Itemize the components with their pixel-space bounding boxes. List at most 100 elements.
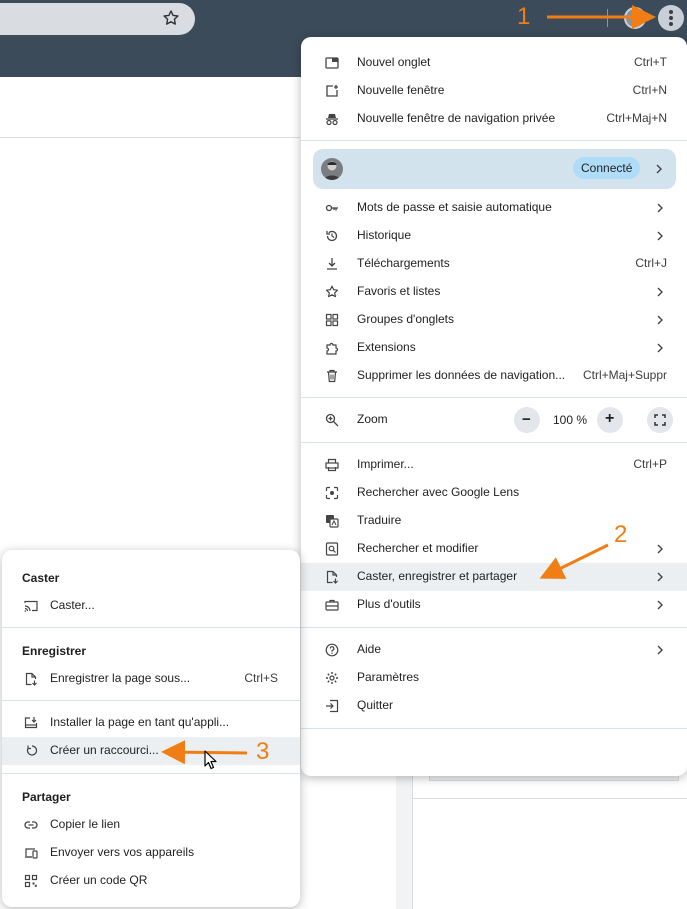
menu-label: Imprimer...: [357, 457, 414, 471]
zoom-icon: [325, 413, 339, 427]
menu-item-quit[interactable]: Quitter: [301, 692, 687, 720]
annotation-step-3: 3: [256, 738, 270, 765]
menu-label: Traduire: [357, 513, 402, 527]
menu-item-settings[interactable]: Paramètres: [301, 664, 687, 692]
menu-item-passwords[interactable]: Mots de passe et saisie automatique: [301, 194, 687, 222]
install-app-icon: [24, 716, 38, 730]
submenu-item-install-app[interactable]: Installer la page en tant qu'appli...: [2, 709, 300, 737]
menu-item-more-tools[interactable]: Plus d'outils: [301, 591, 687, 619]
history-icon: [325, 229, 339, 243]
menu-label: Créer un raccourci...: [50, 743, 159, 757]
shortcut-text: Ctrl+Maj+Suppr: [582, 368, 667, 382]
menu-divider: [2, 700, 300, 701]
section-header-cast: Caster: [22, 571, 60, 585]
menu-label: Aide: [357, 642, 382, 656]
chevron-right-icon: [655, 572, 665, 582]
menu-item-extensions[interactable]: Extensions: [301, 334, 687, 362]
star-icon[interactable]: [162, 9, 180, 27]
chevron-right-icon: [655, 203, 665, 213]
submenu-item-cast[interactable]: Caster...: [2, 592, 300, 620]
menu-item-help[interactable]: Aide: [301, 636, 687, 664]
menu-divider: [301, 397, 687, 398]
chevron-right-icon: [654, 164, 664, 174]
page-line: [413, 798, 687, 799]
chevron-right-icon: [655, 544, 665, 554]
toolbar-divider: [607, 9, 608, 27]
cast-icon: [24, 599, 38, 613]
menu-icon[interactable]: [658, 5, 684, 31]
link-icon: [24, 818, 38, 832]
submenu-item-copy-link[interactable]: Copier le lien: [2, 811, 300, 839]
trash-icon: [325, 369, 339, 383]
menu-label: Extensions: [357, 340, 416, 354]
menu-label: Favoris et listes: [357, 284, 441, 298]
menu-label: Nouvel onglet: [357, 55, 431, 69]
menu-label: Créer un code QR: [50, 873, 148, 887]
menu-item-translate[interactable]: Traduire: [301, 507, 687, 535]
menu-item-bookmarks[interactable]: Favoris et listes: [301, 278, 687, 306]
puzzle-icon: [325, 341, 339, 355]
fullscreen-button[interactable]: [647, 407, 673, 433]
menu-label: Téléchargements: [357, 256, 450, 270]
section-header-share: Partager: [22, 790, 71, 804]
menu-label: Nouvelle fenêtre de navigation privée: [357, 111, 556, 125]
profile-row[interactable]: Connecté: [313, 149, 676, 189]
menu-item-zoom: Zoom: [301, 406, 687, 434]
shortcut-text: Ctrl+S: [244, 671, 278, 685]
chrome-main-menu: Nouvel onglet Ctrl+T Nouvelle fenêtre Ct…: [301, 37, 687, 776]
translate-icon: [325, 514, 339, 528]
minus-icon: −: [522, 411, 531, 428]
submenu-item-send-devices[interactable]: Envoyer vers vos appareils: [2, 839, 300, 867]
menu-label: Plus d'outils: [357, 597, 421, 611]
submenu-item-save-page[interactable]: Enregistrer la page sous... Ctrl+S: [2, 665, 300, 693]
menu-item-cast-save-share[interactable]: Caster, enregistrer et partager: [301, 563, 687, 591]
zoom-out-button[interactable]: −: [514, 407, 540, 433]
mouse-cursor-icon: [204, 750, 218, 770]
star-icon: [325, 285, 339, 299]
shortcut-text: Ctrl+N: [632, 83, 667, 97]
menu-item-incognito[interactable]: Nouvelle fenêtre de navigation privée Ct…: [301, 105, 687, 133]
menu-item-print[interactable]: Imprimer... Ctrl+P: [301, 451, 687, 479]
menu-item-tab-groups[interactable]: Groupes d'onglets: [301, 306, 687, 334]
menu-label: Nouvelle fenêtre: [357, 83, 445, 97]
menu-label: Mots de passe et saisie automatique: [357, 200, 552, 214]
chevron-right-icon: [655, 600, 665, 610]
fullscreen-icon: [654, 414, 666, 426]
chevron-right-icon: [655, 645, 665, 655]
toolbox-icon: [325, 598, 339, 612]
page-divider: [0, 137, 300, 138]
menu-label: Supprimer les données de navigation...: [357, 368, 566, 382]
menu-item-new-window[interactable]: Nouvelle fenêtre Ctrl+N: [301, 77, 687, 105]
shortcut-icon: [24, 744, 38, 758]
menu-label: Groupes d'onglets: [357, 312, 455, 326]
submenu-item-qr-code[interactable]: Créer un code QR: [2, 867, 300, 895]
menu-label: Rechercher et modifier: [357, 541, 479, 555]
key-icon: [325, 201, 339, 215]
menu-label: Copier le lien: [50, 817, 121, 831]
menu-item-history[interactable]: Historique: [301, 222, 687, 250]
menu-label: Quitter: [357, 698, 394, 712]
menu-label: Rechercher avec Google Lens: [357, 485, 520, 499]
new-tab-icon: [325, 56, 339, 70]
shortcut-text: Ctrl+J: [635, 256, 667, 270]
menu-item-new-tab[interactable]: Nouvel onglet Ctrl+T: [301, 49, 687, 77]
menu-label: Installer la page en tant qu'appli...: [50, 715, 230, 729]
download-icon: [325, 257, 339, 271]
zoom-in-button[interactable]: +: [597, 407, 623, 433]
menu-label: Enregistrer la page sous...: [50, 671, 191, 685]
menu-item-lens[interactable]: Rechercher avec Google Lens: [301, 479, 687, 507]
new-window-icon: [325, 84, 339, 98]
find-icon: [325, 542, 339, 556]
menu-item-clear-data[interactable]: Supprimer les données de navigation... C…: [301, 362, 687, 390]
printer-icon: [325, 458, 339, 472]
menu-label: Zoom: [357, 412, 388, 426]
chevron-right-icon: [655, 231, 665, 241]
chevron-right-icon: [655, 315, 665, 325]
save-page-icon: [24, 672, 38, 686]
zoom-level: 100 %: [553, 413, 588, 427]
menu-divider: [301, 442, 687, 443]
menu-divider: [301, 627, 687, 628]
menu-item-downloads[interactable]: Téléchargements Ctrl+J: [301, 250, 687, 278]
menu-item-find[interactable]: Rechercher et modifier: [301, 535, 687, 563]
profile-icon[interactable]: [624, 7, 646, 29]
